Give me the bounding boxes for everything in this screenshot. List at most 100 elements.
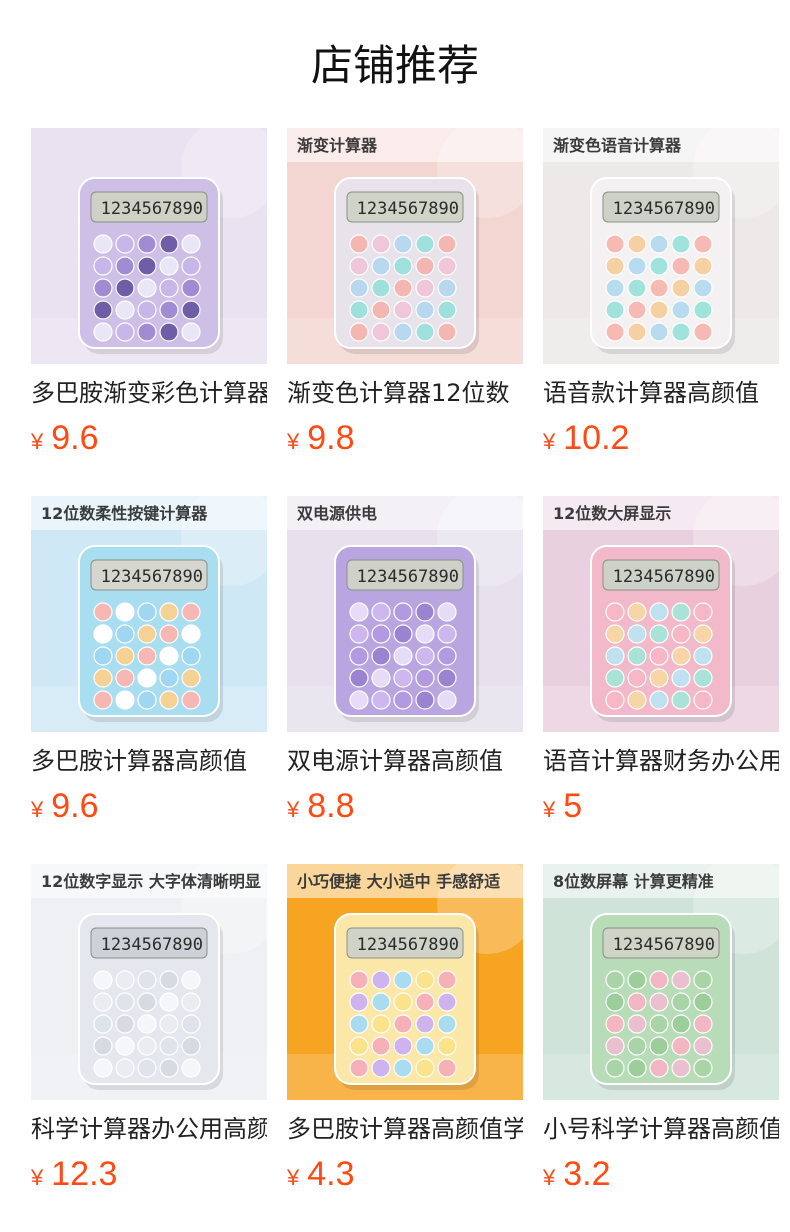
product-image[interactable]: 1234567890 双电源供电 bbox=[287, 496, 523, 732]
calculator-key bbox=[693, 646, 713, 666]
product-image[interactable]: 1234567890 小巧便捷 大小适中 手感舒适 bbox=[287, 864, 523, 1100]
calculator-key bbox=[371, 300, 391, 320]
product-name[interactable]: 多巴胺计算器高颜值 bbox=[31, 745, 267, 777]
calculator-key bbox=[115, 234, 135, 254]
calculator-key bbox=[159, 300, 179, 320]
image-caption: 12位数柔性按键计算器 bbox=[41, 504, 208, 523]
product-image[interactable]: 1234567890 12位数字显示 大字体清晰明显 bbox=[31, 864, 267, 1100]
calculator-key bbox=[181, 624, 201, 644]
calculator-key bbox=[371, 1058, 391, 1078]
product-price: ¥ 9.6 bbox=[31, 419, 267, 458]
calculator-key bbox=[693, 970, 713, 990]
product-image[interactable]: 1234567890 12位数大屏显示 bbox=[543, 496, 779, 732]
calculator-key bbox=[605, 970, 625, 990]
product-image[interactable]: 1234567890 12位数柔性按键计算器 bbox=[31, 496, 267, 732]
product-card[interactable]: 1234567890 渐变色语音计算器 语音款计算器高颜值 ¥ 10.2 bbox=[543, 128, 779, 465]
product-name[interactable]: 多巴胺计算器高颜值学生 bbox=[287, 1113, 523, 1145]
product-card[interactable]: 1234567890 8位数屏幕 计算更精准 小号科学计算器高颜值 ¥ 3.2 bbox=[543, 864, 779, 1201]
product-name[interactable]: 渐变色计算器12位数 bbox=[287, 377, 523, 409]
calculator-key bbox=[349, 646, 369, 666]
calculator-key bbox=[159, 646, 179, 666]
product-price: ¥ 8.8 bbox=[287, 787, 523, 826]
calculator-illustration: 1234567890 12位数大屏显示 bbox=[543, 496, 779, 732]
calculator-key bbox=[393, 322, 413, 342]
product-name[interactable]: 语音计算器财务办公用 bbox=[543, 745, 779, 777]
calculator-key bbox=[181, 278, 201, 298]
image-caption: 双电源供电 bbox=[297, 504, 377, 523]
calculator-key bbox=[437, 970, 457, 990]
screen-digits: 1234567890 bbox=[613, 567, 715, 587]
calculator-key bbox=[115, 300, 135, 320]
calculator-key bbox=[671, 256, 691, 276]
product-name[interactable]: 语音款计算器高颜值 bbox=[543, 377, 779, 409]
product-image[interactable]: 1234567890 渐变计算器 bbox=[287, 128, 523, 364]
price-value: 5 bbox=[563, 787, 583, 825]
calculator-key bbox=[393, 234, 413, 254]
calculator-key bbox=[349, 1014, 369, 1034]
calculator-key bbox=[349, 602, 369, 622]
product-image[interactable]: 1234567890 渐变色语音计算器 bbox=[543, 128, 779, 364]
calculator-key bbox=[115, 668, 135, 688]
calculator-key bbox=[115, 322, 135, 342]
screen-digits: 1234567890 bbox=[101, 935, 203, 955]
calculator-key bbox=[393, 690, 413, 710]
calculator-key bbox=[349, 278, 369, 298]
calculator-illustration: 1234567890 双电源供电 bbox=[287, 496, 523, 732]
calculator-key bbox=[137, 624, 157, 644]
product-image[interactable]: 1234567890 bbox=[31, 128, 267, 364]
calculator-key bbox=[437, 1058, 457, 1078]
calculator-key bbox=[415, 602, 435, 622]
product-card[interactable]: 1234567890 多巴胺渐变彩色计算器 ¥ 9.6 bbox=[31, 128, 267, 465]
screen-digits: 1234567890 bbox=[357, 935, 459, 955]
currency-symbol: ¥ bbox=[31, 797, 44, 822]
price-value: 9.8 bbox=[307, 419, 355, 457]
calculator-key bbox=[371, 992, 391, 1012]
calculator-key bbox=[693, 668, 713, 688]
calculator-key bbox=[137, 1036, 157, 1056]
calculator-illustration: 1234567890 8位数屏幕 计算更精准 bbox=[543, 864, 779, 1100]
calculator-key bbox=[605, 624, 625, 644]
product-card[interactable]: 1234567890 12位数柔性按键计算器 多巴胺计算器高颜值 ¥ 9.6 bbox=[31, 496, 267, 833]
product-name[interactable]: 多巴胺渐变彩色计算器 bbox=[31, 377, 267, 409]
calculator-key bbox=[159, 992, 179, 1012]
calculator-key bbox=[415, 646, 435, 666]
calculator-key bbox=[693, 300, 713, 320]
calculator-key bbox=[159, 1036, 179, 1056]
calculator-key bbox=[671, 1014, 691, 1034]
calculator-key bbox=[115, 970, 135, 990]
calculator-key bbox=[159, 1058, 179, 1078]
product-card[interactable]: 1234567890 12位数字显示 大字体清晰明显 科学计算器办公用高颜值 ¥ … bbox=[31, 864, 267, 1201]
calculator-key bbox=[349, 690, 369, 710]
calculator-key bbox=[605, 234, 625, 254]
calculator-key bbox=[627, 278, 647, 298]
calculator-key bbox=[627, 970, 647, 990]
calculator-key bbox=[415, 300, 435, 320]
calculator-key bbox=[371, 624, 391, 644]
product-card[interactable]: 1234567890 双电源供电 双电源计算器高颜值 ¥ 8.8 bbox=[287, 496, 523, 833]
calculator-key bbox=[605, 1036, 625, 1056]
product-card[interactable]: 1234567890 渐变计算器 渐变色计算器12位数 ¥ 9.8 bbox=[287, 128, 523, 465]
product-name[interactable]: 科学计算器办公用高颜值 bbox=[31, 1113, 267, 1145]
product-name[interactable]: 小号科学计算器高颜值 bbox=[543, 1113, 779, 1145]
product-image[interactable]: 1234567890 8位数屏幕 计算更精准 bbox=[543, 864, 779, 1100]
product-grid: 1234567890 多巴胺渐变彩色计算器 ¥ 9.6 1234567890 渐变… bbox=[31, 128, 790, 1201]
screen-digits: 1234567890 bbox=[101, 567, 203, 587]
calculator-key bbox=[693, 624, 713, 644]
calculator-illustration: 1234567890 渐变计算器 bbox=[287, 128, 523, 364]
product-price: ¥ 9.6 bbox=[31, 787, 267, 826]
calculator-key bbox=[181, 1036, 201, 1056]
calculator-key bbox=[627, 1014, 647, 1034]
product-card[interactable]: 1234567890 小巧便捷 大小适中 手感舒适 多巴胺计算器高颜值学生 ¥ 4… bbox=[287, 864, 523, 1201]
calculator-key bbox=[627, 1036, 647, 1056]
calculator-key bbox=[371, 234, 391, 254]
product-name[interactable]: 双电源计算器高颜值 bbox=[287, 745, 523, 777]
calculator-key bbox=[671, 624, 691, 644]
calculator-key bbox=[159, 602, 179, 622]
currency-symbol: ¥ bbox=[31, 429, 44, 454]
calculator-key bbox=[393, 1036, 413, 1056]
calculator-key bbox=[393, 668, 413, 688]
calculator-key bbox=[693, 602, 713, 622]
product-card[interactable]: 1234567890 12位数大屏显示 语音计算器财务办公用 ¥ 5 bbox=[543, 496, 779, 833]
product-price: ¥ 4.3 bbox=[287, 1155, 523, 1194]
product-price: ¥ 5 bbox=[543, 787, 779, 826]
